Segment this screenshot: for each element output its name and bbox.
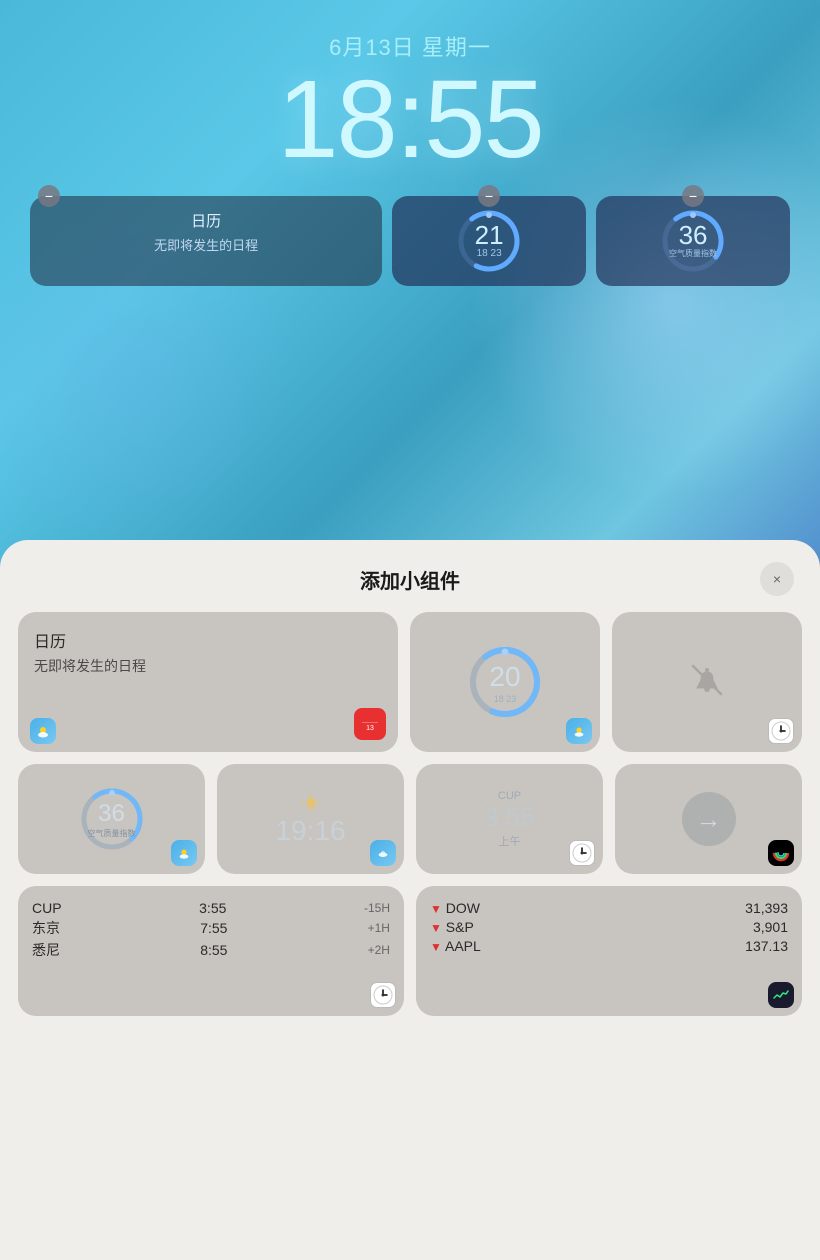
widget-grid-row-3: CUP 3:55 -15H 东京 7:55 +1H 悉尼 8:55 +2H	[18, 886, 802, 1016]
calendar-app-icon: 13	[354, 708, 386, 740]
stock-row-dow: ▼ DOW 31,393	[430, 900, 788, 916]
aqi-gauge-sm: 36 空气质量指数	[77, 784, 147, 854]
remove-temp-btn[interactable]: −	[478, 185, 500, 207]
lock-cal-sub: 无即将发生的日程	[46, 235, 366, 254]
stock-row-sp: ▼ S&P 3,901	[430, 919, 788, 935]
temp-range: 18 23	[477, 248, 502, 259]
cup-time-value: 3:55	[484, 802, 535, 833]
worldclock-row-tokyo: 东京 7:55 +1H	[32, 918, 390, 938]
add-widget-sheet: 添加小组件 × 日历 无即将发生的日程 13	[0, 540, 820, 1260]
sheet-close-button[interactable]: ×	[760, 562, 794, 596]
activity-badge	[768, 840, 794, 866]
sunrise-icon	[300, 791, 322, 813]
remove-aqi-btn[interactable]: −	[682, 185, 704, 207]
calendar-widget-large[interactable]: 日历 无即将发生的日程 13	[18, 612, 398, 752]
lock-aqi-widget[interactable]: − 36 空气质量指数	[596, 196, 790, 286]
lock-temp-widget[interactable]: − 21 18 23	[392, 196, 586, 286]
temp-gauge: 21 18 23	[454, 206, 524, 276]
aqi-gauge: 36 空气质量指数	[658, 206, 728, 276]
weather-badge-temp	[566, 718, 592, 744]
clock-badge-worldclock	[370, 982, 396, 1008]
temp-gauge-sm: 20 18 23	[465, 642, 545, 722]
temp-gauge-widget[interactable]: 20 18 23	[410, 612, 600, 752]
arrow-widget[interactable]: →	[615, 764, 802, 874]
cup-time-widget[interactable]: CUP 3:55 上午	[416, 764, 603, 874]
widget-grid-row-2: 36 空气质量指数	[18, 764, 802, 874]
silent-widget[interactable]	[612, 612, 802, 752]
aqi-gauge-number: 36 空气质量指数	[658, 206, 728, 276]
lock-cal-title: 日历	[46, 210, 366, 231]
sheet-title: 添加小组件	[60, 565, 760, 594]
temp-gauge-number: 21 18 23	[454, 206, 524, 276]
svg-text:13: 13	[366, 725, 374, 732]
bell-slash-icon	[687, 660, 727, 705]
worldclock-row-sydney: 悉尼 8:55 +2H	[32, 940, 390, 960]
arrow-circle: →	[682, 792, 736, 846]
temp-range-sm: 18 23	[494, 694, 517, 704]
weather-badge-aqi	[171, 840, 197, 866]
time-label: 18:55	[0, 62, 820, 178]
cup-city-label: CUP	[498, 790, 521, 802]
calendar-widget-title: 日历	[34, 628, 382, 652]
stocks-widget[interactable]: ▼ DOW 31,393 ▼ S&P 3,901 ▼ AAPL 137.13	[416, 886, 802, 1016]
time-widget[interactable]: 19:16	[217, 764, 404, 874]
time-widget-value: 19:16	[275, 815, 345, 847]
stocks-badge	[768, 982, 794, 1008]
lock-calendar-widget[interactable]: − 日历 无即将发生的日程	[30, 196, 382, 286]
sheet-header: 添加小组件 ×	[18, 540, 802, 612]
calendar-widget-sub: 无即将发生的日程	[34, 656, 382, 676]
clock-badge-silent	[768, 718, 794, 744]
sun-icon-container	[300, 791, 322, 813]
widget-grid-row-1: 日历 无即将发生的日程 13	[18, 612, 802, 752]
lock-screen-widgets: − 日历 无即将发生的日程 − 21 18 23	[0, 196, 820, 286]
stock-row-aapl: ▼ AAPL 137.13	[430, 938, 788, 954]
aqi-widget[interactable]: 36 空气质量指数	[18, 764, 205, 874]
worldclock-row-cup: CUP 3:55 -15H	[32, 900, 390, 916]
cup-ampm-label: 上午	[499, 833, 521, 849]
lock-screen: 6月13日 星期一 18:55 − 日历 无即将发生的日程 − 21 18 23	[0, 0, 820, 286]
worldclock-widget[interactable]: CUP 3:55 -15H 东京 7:55 +1H 悉尼 8:55 +2H	[18, 886, 404, 1016]
weather-badge-calendar	[30, 718, 56, 744]
weather-badge-time	[370, 840, 396, 866]
clock-badge-cup	[569, 840, 595, 866]
remove-calendar-btn[interactable]: −	[38, 185, 60, 207]
